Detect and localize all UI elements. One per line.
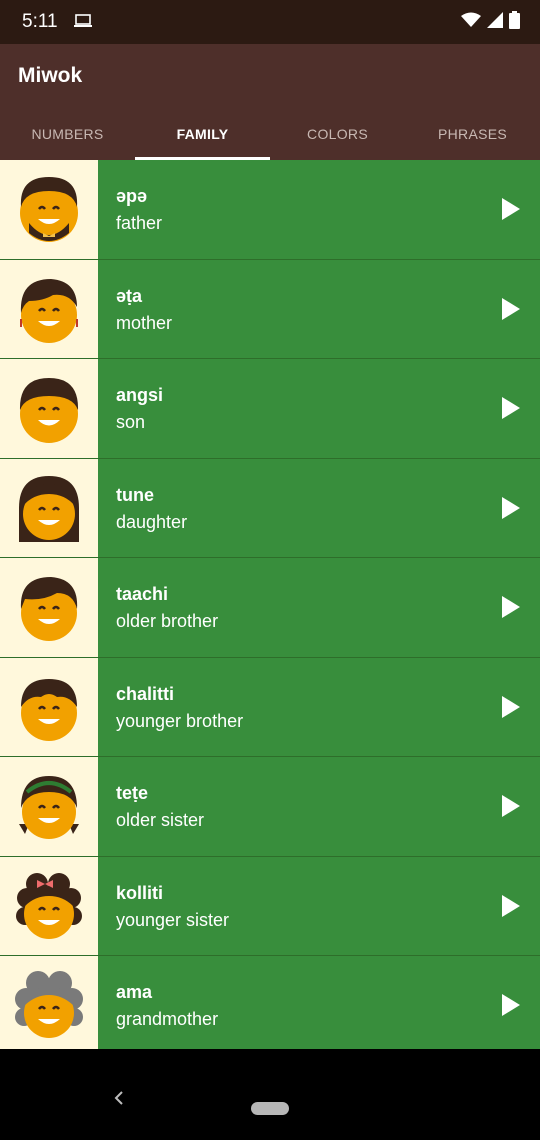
- english-word: mother: [116, 312, 173, 333]
- word-text-area: taachi older brother: [98, 558, 540, 657]
- list-item[interactable]: angsi son: [0, 359, 540, 459]
- avatar-container: [0, 856, 98, 955]
- younger-brother-avatar-icon: [21, 678, 77, 741]
- word-text-area: teṭe older sister: [98, 757, 540, 856]
- english-word: grandmother: [116, 1009, 219, 1029]
- play-icon[interactable]: [502, 496, 520, 519]
- tab-label: PHRASES: [437, 126, 507, 142]
- status-icons: [461, 11, 520, 29]
- play-icon[interactable]: [502, 695, 520, 718]
- tab-label: COLORS: [307, 126, 368, 142]
- list-item[interactable]: chalitti younger brother: [0, 657, 540, 757]
- battery-icon: [509, 11, 520, 29]
- play-icon[interactable]: [502, 795, 520, 818]
- system-nav-bar: [0, 1049, 540, 1140]
- list-item[interactable]: kolliti younger sister: [0, 856, 540, 956]
- list-item[interactable]: teṭe older sister: [0, 757, 540, 857]
- son-avatar-icon: [19, 378, 79, 444]
- english-word: son: [116, 412, 146, 432]
- grandmother-avatar-icon: [15, 971, 83, 1039]
- avatar-container: [0, 359, 98, 458]
- play-icon[interactable]: [502, 198, 520, 221]
- miwok-word: angsi: [116, 385, 164, 405]
- home-button[interactable]: [251, 1102, 289, 1115]
- word-text-area: tune daughter: [98, 458, 540, 557]
- miwok-word: taachi: [116, 584, 169, 604]
- word-text-area: angsi son: [98, 359, 540, 458]
- miwok-word: teṭe: [116, 783, 149, 803]
- play-icon[interactable]: [502, 894, 520, 917]
- status-bar: 5:11: [0, 0, 540, 44]
- wifi-icon: [461, 12, 481, 27]
- play-icon[interactable]: [502, 297, 520, 320]
- english-word: daughter: [116, 511, 188, 532]
- play-icon[interactable]: [502, 397, 520, 420]
- avatar-container: [0, 956, 98, 1049]
- older-brother-avatar-icon: [20, 577, 78, 642]
- avatar-container: [0, 458, 98, 557]
- signal-icon: [487, 12, 503, 28]
- word-text-area: əṭa mother: [98, 259, 540, 358]
- english-word: father: [116, 213, 163, 233]
- back-icon[interactable]: [112, 1091, 126, 1105]
- father-avatar-icon: [20, 177, 78, 243]
- tab-colors[interactable]: COLORS: [270, 108, 405, 160]
- word-text-area: əpə father: [98, 160, 540, 259]
- miwok-word: kolliti: [116, 882, 164, 903]
- avatar-container: [0, 757, 98, 856]
- list-item[interactable]: əpə father: [0, 160, 540, 260]
- tab-label: NUMBERS: [31, 126, 104, 142]
- english-word: younger brother: [116, 710, 244, 731]
- daughter-avatar-icon: [19, 475, 79, 542]
- family-list[interactable]: əpə father əṭa mother angsi son tune dau…: [0, 160, 540, 1049]
- app-bar: Miwok: [0, 44, 540, 108]
- list-item[interactable]: ama grandmother: [0, 956, 540, 1049]
- word-text-area: ama grandmother: [98, 956, 540, 1049]
- app-title: Miwok: [18, 64, 83, 87]
- older-sister-avatar-icon: [19, 776, 79, 840]
- miwok-word: əpə: [116, 186, 148, 206]
- list-item[interactable]: taachi older brother: [0, 558, 540, 658]
- english-word: older brother: [116, 611, 219, 631]
- avatar-container: [0, 259, 98, 358]
- avatar-container: [0, 160, 98, 259]
- tab-phrases[interactable]: PHRASES: [405, 108, 540, 160]
- tab-bar: NUMBERS FAMILY COLORS PHRASES: [0, 108, 540, 160]
- miwok-word: əṭa: [116, 285, 143, 306]
- tab-numbers[interactable]: NUMBERS: [0, 108, 135, 160]
- word-text-area: kolliti younger sister: [98, 856, 540, 955]
- laptop-icon: [74, 14, 92, 27]
- list-item[interactable]: əṭa mother: [0, 259, 540, 359]
- miwok-word: tune: [116, 484, 154, 505]
- younger-sister-avatar-icon: [16, 872, 82, 939]
- list-item[interactable]: tune daughter: [0, 458, 540, 558]
- miwok-word: chalitti: [116, 683, 175, 704]
- tab-label: FAMILY: [176, 126, 229, 142]
- mother-avatar-icon: [20, 278, 78, 343]
- play-icon[interactable]: [502, 994, 520, 1017]
- avatar-container: [0, 657, 98, 756]
- play-icon[interactable]: [502, 596, 520, 619]
- english-word: younger sister: [116, 909, 230, 930]
- avatar-container: [0, 558, 98, 657]
- word-text-area: chalitti younger brother: [98, 657, 540, 756]
- english-word: older sister: [116, 810, 205, 830]
- miwok-word: ama: [116, 982, 153, 1002]
- status-time: 5:11: [22, 11, 58, 32]
- tab-family[interactable]: FAMILY: [135, 108, 270, 160]
